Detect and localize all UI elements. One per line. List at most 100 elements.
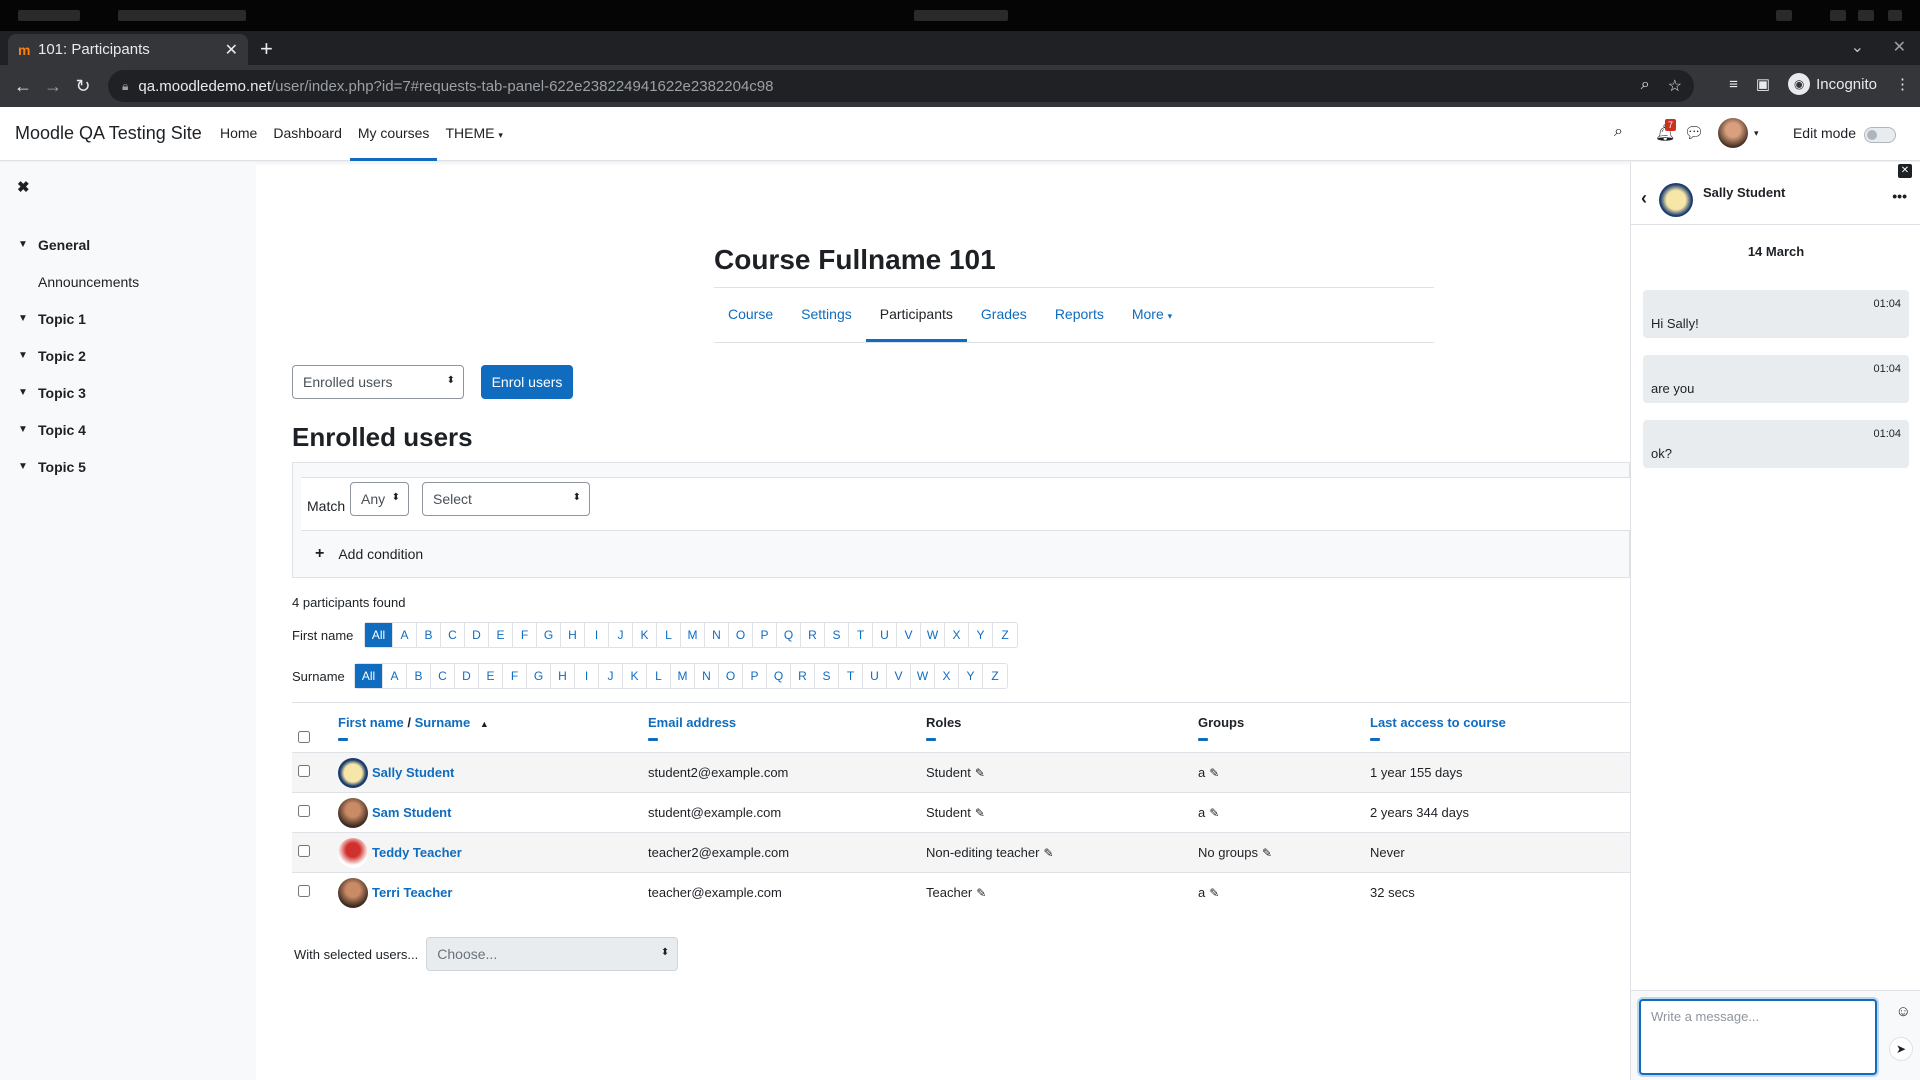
forward-icon[interactable]: → <box>38 76 68 97</box>
hide-column-icon[interactable] <box>1370 738 1380 741</box>
firstname-letter-all[interactable]: All <box>365 623 393 647</box>
contact-avatar[interactable] <box>1659 183 1693 217</box>
tab-more[interactable]: More ▾ <box>1118 288 1186 342</box>
close-message-drawer-icon[interactable]: ✕ <box>1898 164 1912 178</box>
course-index-section[interactable]: ▼ Topic 4 <box>18 411 139 448</box>
chevron-down-icon[interactable]: ▼ <box>18 350 38 361</box>
sort-firstname-link[interactable]: First name <box>338 715 404 730</box>
firstname-letter-h[interactable]: H <box>561 623 585 647</box>
messages-icon[interactable]: 💬︎ <box>1684 123 1704 143</box>
avatar[interactable] <box>338 797 368 828</box>
tab-grades[interactable]: Grades <box>967 288 1041 342</box>
sort-last-access-link[interactable]: Last access to course <box>1370 715 1506 730</box>
firstname-letter-c[interactable]: C <box>441 623 465 647</box>
firstname-letter-j[interactable]: J <box>609 623 633 647</box>
back-icon[interactable]: ← <box>8 76 38 97</box>
user-name-link[interactable]: Sam Student <box>372 805 451 820</box>
tab-reports[interactable]: Reports <box>1041 288 1118 342</box>
surname-letter-l[interactable]: L <box>647 664 671 688</box>
row-checkbox[interactable] <box>298 805 310 817</box>
site-brand[interactable]: Moodle QA Testing Site <box>15 123 202 144</box>
surname-letter-p[interactable]: P <box>743 664 767 688</box>
firstname-letter-v[interactable]: V <box>897 623 921 647</box>
user-name-link[interactable]: Teddy Teacher <box>372 845 462 860</box>
surname-letter-m[interactable]: M <box>671 664 695 688</box>
edit-pencil-icon[interactable]: ✎ <box>1043 846 1053 860</box>
window-close-icon[interactable]: ✕ <box>1893 37 1906 57</box>
surname-letter-t[interactable]: T <box>839 664 863 688</box>
hide-column-icon[interactable] <box>648 738 658 741</box>
close-tab-icon[interactable]: ✕ <box>225 40 238 60</box>
media-icon[interactable]: ≡ <box>1729 76 1738 93</box>
zoom-icon[interactable]: ⌕ <box>1641 76 1650 96</box>
new-tab-icon[interactable]: + <box>260 36 273 62</box>
avatar[interactable] <box>338 877 368 908</box>
sort-email-link[interactable]: Email address <box>648 715 736 730</box>
course-index-section[interactable]: ▼ Topic 3 <box>18 374 139 411</box>
chevron-down-icon[interactable]: ▼ <box>18 424 38 435</box>
surname-letter-g[interactable]: G <box>527 664 551 688</box>
nav-my-courses[interactable]: My courses <box>349 107 438 161</box>
surname-letter-c[interactable]: C <box>431 664 455 688</box>
row-checkbox[interactable] <box>298 885 310 898</box>
avatar[interactable] <box>338 757 368 788</box>
firstname-letter-s[interactable]: S <box>825 623 849 647</box>
lock-icon[interactable]: 🔒︎ <box>122 79 128 94</box>
user-menu[interactable]: ▾ <box>1718 118 1759 148</box>
firstname-letter-q[interactable]: Q <box>777 623 801 647</box>
select-all-checkbox[interactable] <box>298 731 310 743</box>
bookmark-star-icon[interactable]: ☆ <box>1668 76 1682 96</box>
nav-dashboard[interactable]: Dashboard <box>265 107 350 161</box>
course-index-section[interactable]: ▼ General <box>18 226 139 263</box>
firstname-letter-b[interactable]: B <box>417 623 441 647</box>
chevron-down-icon[interactable]: ▼ <box>18 387 38 398</box>
edit-pencil-icon[interactable]: ✎ <box>1209 806 1219 820</box>
surname-letter-f[interactable]: F <box>503 664 527 688</box>
hide-column-icon[interactable] <box>1198 738 1208 741</box>
surname-letter-o[interactable]: O <box>719 664 743 688</box>
tab-participants[interactable]: Participants <box>865 288 967 342</box>
firstname-letter-x[interactable]: X <box>945 623 969 647</box>
chevron-down-icon[interactable]: ▼ <box>18 313 38 324</box>
avatar[interactable] <box>338 837 368 868</box>
surname-letter-u[interactable]: U <box>863 664 887 688</box>
nav-theme-menu[interactable]: THEME ▾ <box>437 107 510 161</box>
surname-letter-all[interactable]: All <box>355 664 383 688</box>
hide-column-icon[interactable] <box>926 738 936 741</box>
surname-letter-k[interactable]: K <box>623 664 647 688</box>
more-options-icon[interactable]: ••• <box>1892 188 1907 204</box>
chevron-down-icon[interactable]: ▼ <box>18 461 38 472</box>
back-chevron-icon[interactable]: ‹ <box>1641 188 1647 209</box>
row-checkbox[interactable] <box>298 845 310 857</box>
sort-surname-link[interactable]: Surname <box>415 715 471 730</box>
surname-letter-d[interactable]: D <box>455 664 479 688</box>
emoji-icon[interactable]: ☺ <box>1896 1003 1911 1020</box>
edit-pencil-icon[interactable]: ✎ <box>975 806 985 820</box>
contact-name[interactable]: Sally Student <box>1703 185 1785 200</box>
firstname-letter-w[interactable]: W <box>921 623 945 647</box>
firstname-letter-f[interactable]: F <box>513 623 537 647</box>
surname-letter-x[interactable]: X <box>935 664 959 688</box>
user-name-link[interactable]: Terri Teacher <box>372 885 452 900</box>
surname-letter-y[interactable]: Y <box>959 664 983 688</box>
firstname-letter-z[interactable]: Z <box>993 623 1017 647</box>
search-icon[interactable]: ⌕ <box>1614 123 1623 141</box>
firstname-letter-k[interactable]: K <box>633 623 657 647</box>
surname-letter-j[interactable]: J <box>599 664 623 688</box>
course-index-section[interactable]: ▼ Topic 1 <box>18 300 139 337</box>
surname-letter-b[interactable]: B <box>407 664 431 688</box>
firstname-letter-y[interactable]: Y <box>969 623 993 647</box>
message-input[interactable]: Write a message... <box>1639 999 1877 1075</box>
surname-letter-v[interactable]: V <box>887 664 911 688</box>
row-checkbox[interactable] <box>298 765 310 777</box>
tab-search-icon[interactable]: ⌄ <box>1851 37 1864 57</box>
close-drawer-icon[interactable]: ✖ <box>17 178 30 196</box>
edit-mode-toggle[interactable] <box>1864 127 1896 143</box>
firstname-letter-g[interactable]: G <box>537 623 561 647</box>
participants-view-select[interactable]: Enrolled users ⬍ <box>292 365 464 399</box>
surname-letter-n[interactable]: N <box>695 664 719 688</box>
side-panel-icon[interactable]: ▣ <box>1756 75 1770 93</box>
browser-tab[interactable]: m 101: Participants ✕ <box>8 34 248 65</box>
edit-pencil-icon[interactable]: ✎ <box>975 766 985 780</box>
firstname-letter-d[interactable]: D <box>465 623 489 647</box>
